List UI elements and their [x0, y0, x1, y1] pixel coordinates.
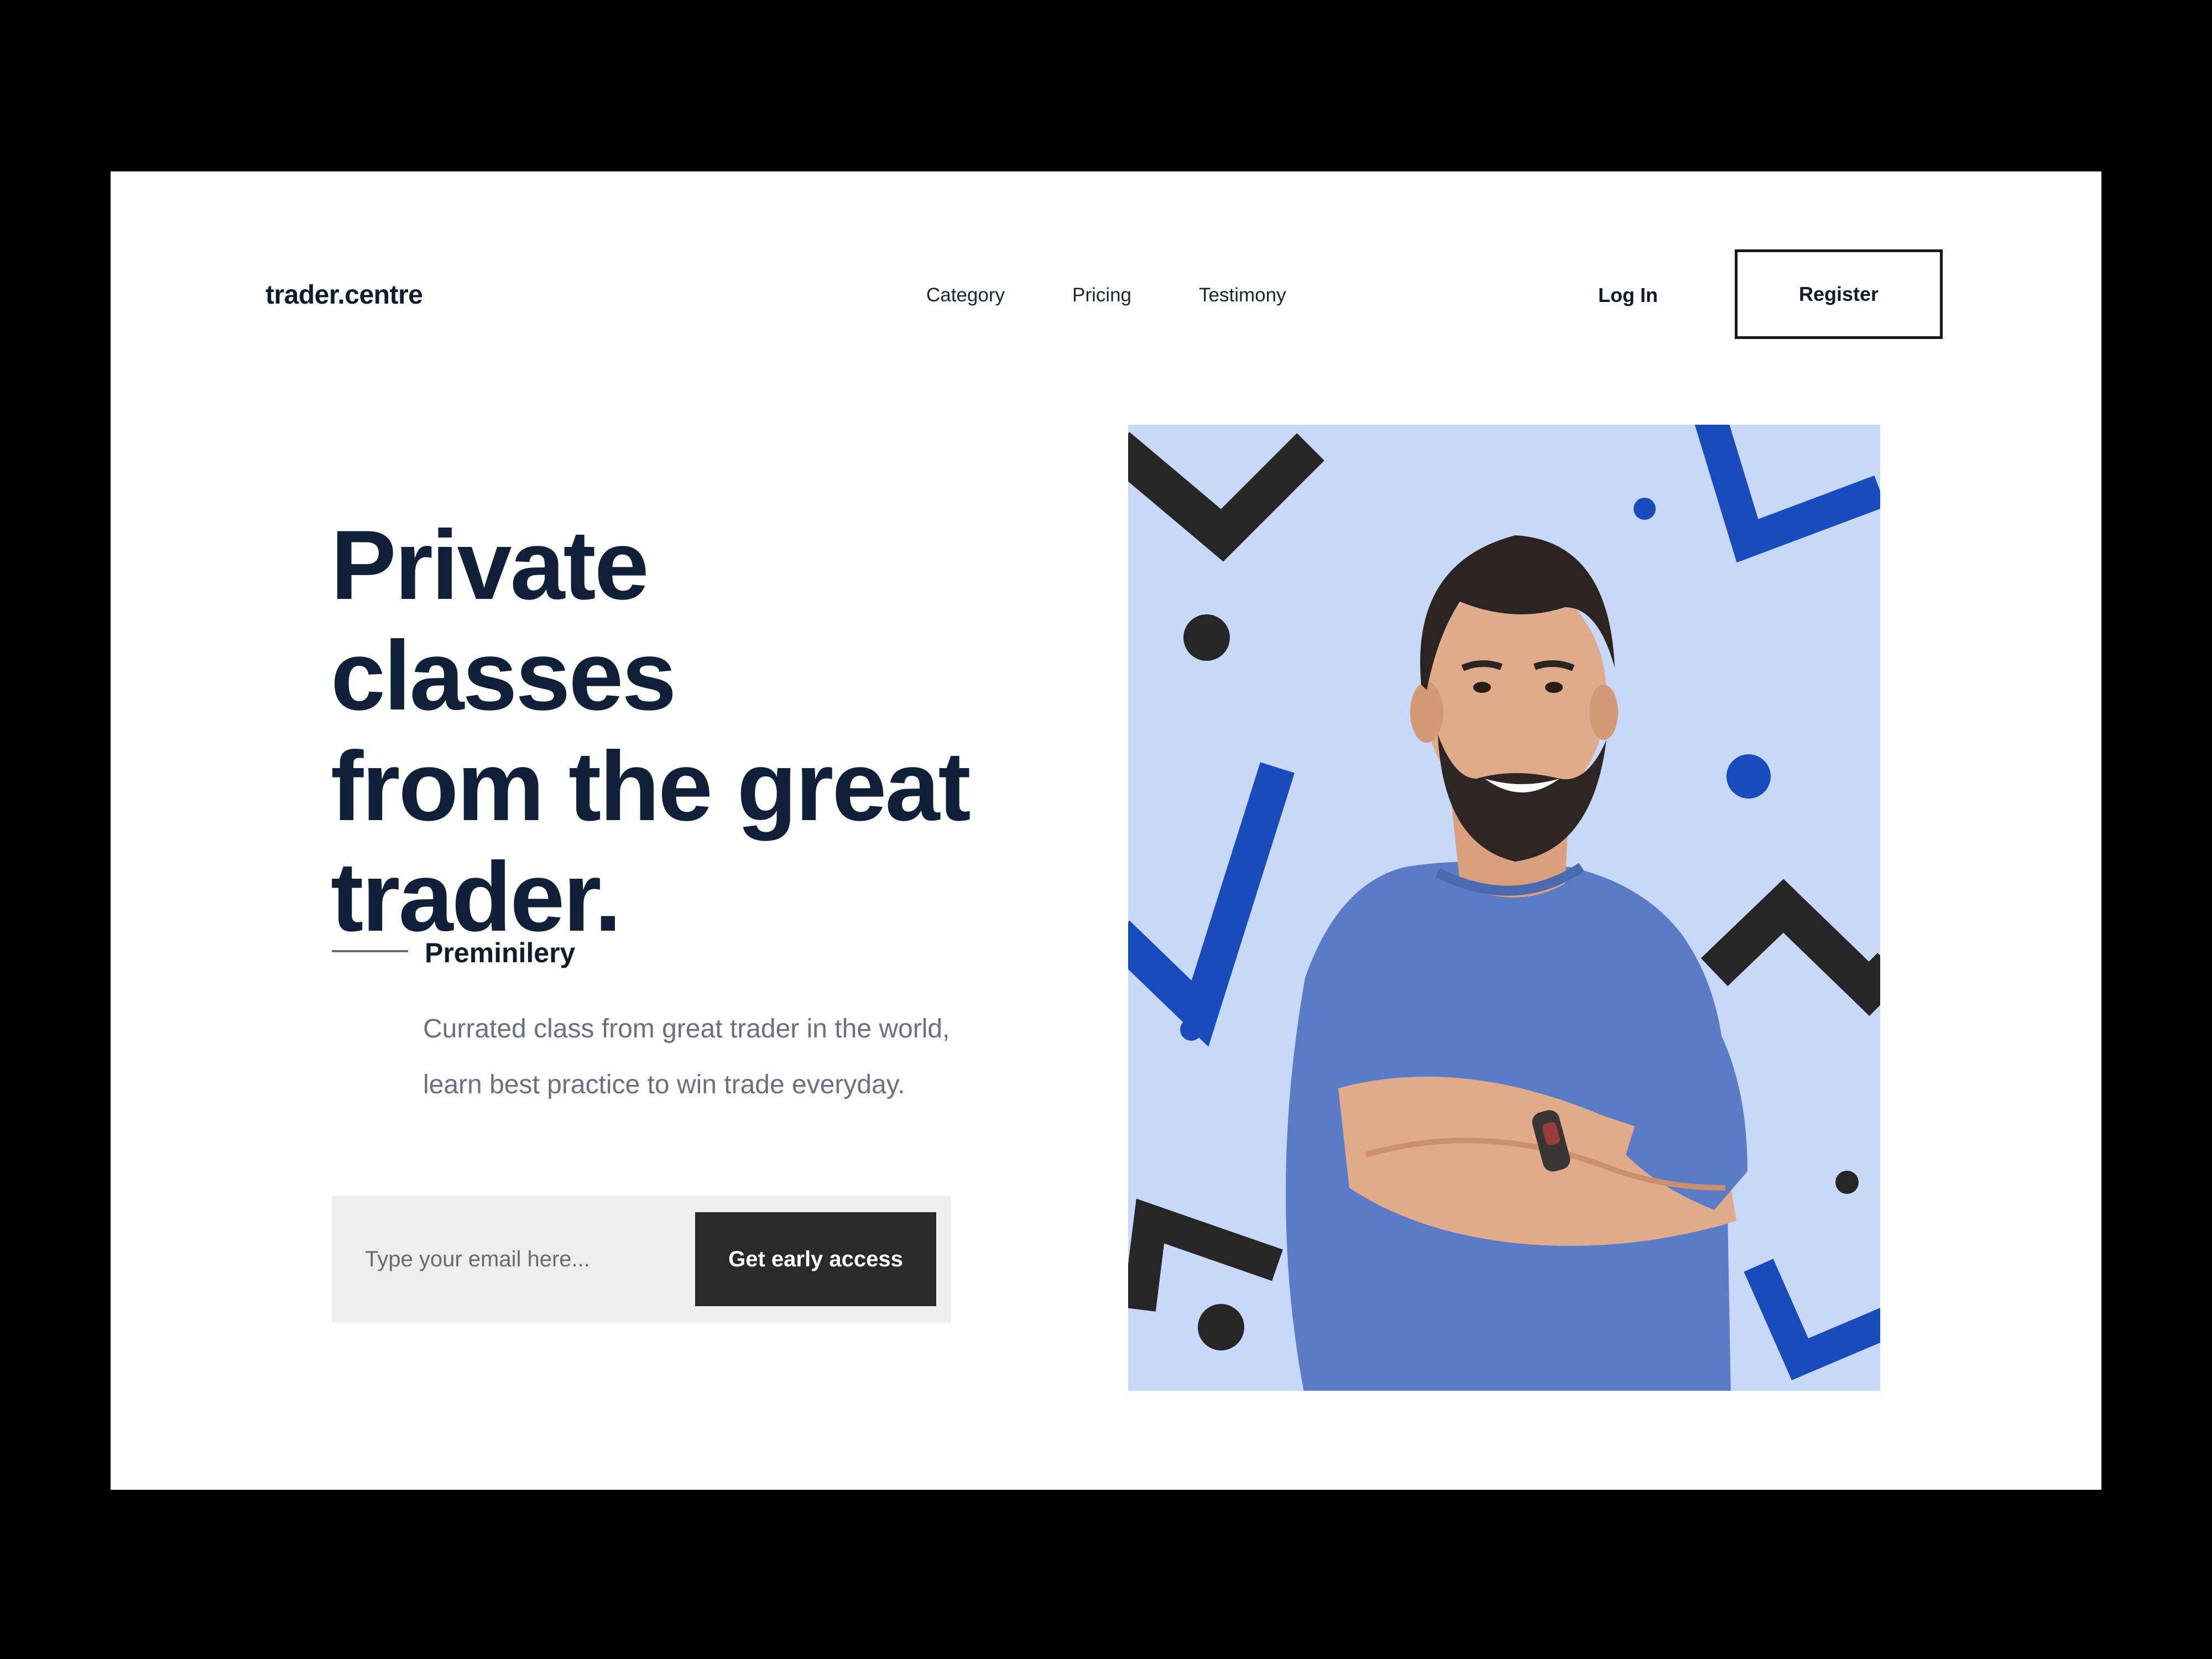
nav-item-category[interactable]: Category [926, 284, 1005, 306]
hero-image [1128, 425, 1880, 1391]
hero-subtitle: Preminilery [425, 937, 576, 968]
subtitle-divider [332, 950, 408, 952]
login-link[interactable]: Log In [1598, 284, 1658, 307]
description-line: Currated class from great trader in the … [423, 1014, 950, 1044]
early-access-form: Get early access [332, 1196, 951, 1323]
headline-line: Private classes [331, 510, 676, 731]
headline-line: trader. [331, 842, 622, 952]
dot-decoration [1835, 1171, 1859, 1194]
nav-item-pricing[interactable]: Pricing [1072, 284, 1131, 306]
dot-decoration [1183, 614, 1230, 661]
dot-decoration [1726, 754, 1771, 799]
email-input[interactable] [332, 1196, 697, 1323]
register-button[interactable]: Register [1735, 249, 1943, 339]
hero-description: Currated class from great trader in the … [423, 1001, 1031, 1113]
description-line: learn best practice to win trade everyda… [423, 1070, 905, 1099]
headline-line: from the great [331, 731, 971, 841]
main-nav: Category Pricing Testimony [926, 284, 1286, 306]
dot-decoration [1198, 1304, 1244, 1350]
get-early-access-button[interactable]: Get early access [695, 1212, 936, 1306]
hero-headline: Private classes from the great trader. [331, 510, 994, 952]
dot-decoration [1180, 1019, 1202, 1041]
dot-decoration [1634, 498, 1656, 520]
brand-logo[interactable]: trader.centre [265, 280, 423, 310]
nav-item-testimony[interactable]: Testimony [1199, 284, 1286, 306]
landing-page: trader.centre Category Pricing Testimony… [111, 171, 2101, 1490]
